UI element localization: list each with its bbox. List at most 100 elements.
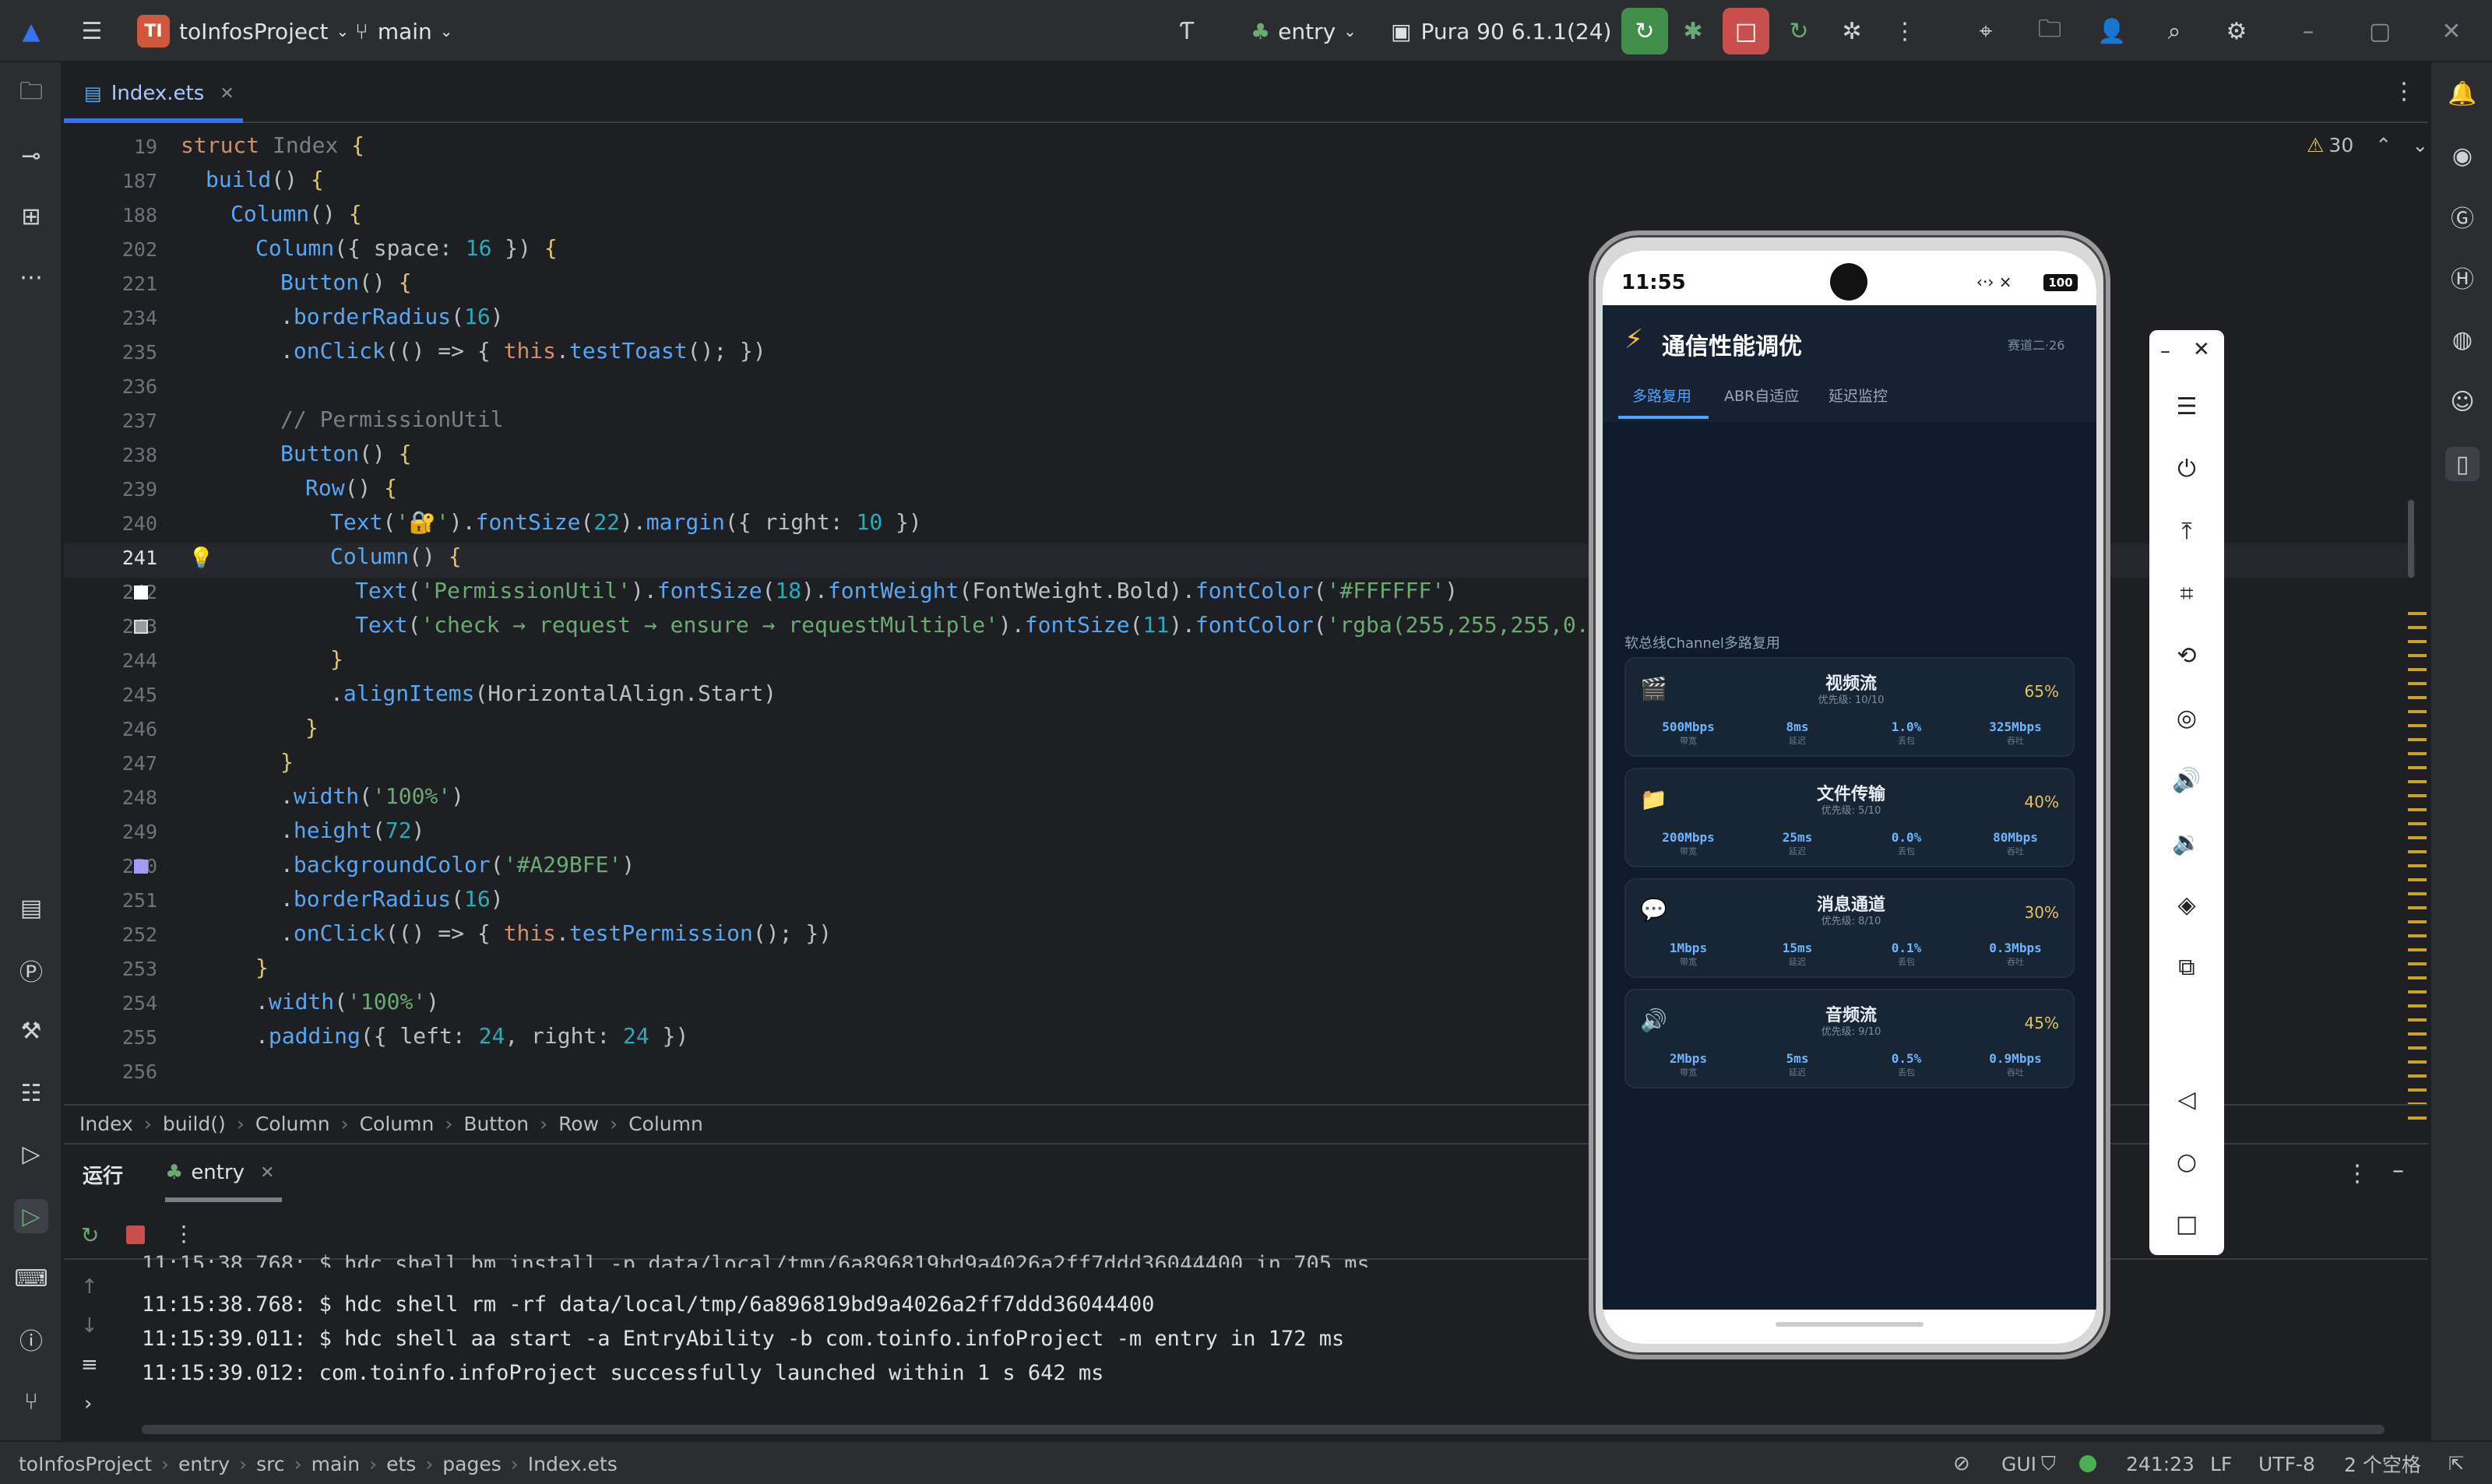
- power-icon[interactable]: ⏻: [2170, 452, 2204, 486]
- line-ending[interactable]: LF: [2210, 1442, 2232, 1484]
- maximize-icon[interactable]: ▢: [2363, 14, 2397, 48]
- color-swatch-purple[interactable]: [134, 860, 148, 874]
- problems-icon[interactable]: ⓘ: [14, 1322, 48, 1356]
- path-item[interactable]: main: [312, 1453, 360, 1475]
- rotate-icon[interactable]: ⟲: [2170, 638, 2204, 673]
- caret-position[interactable]: 241:23: [2126, 1442, 2195, 1484]
- horizontal-scrollbar[interactable]: [142, 1425, 2385, 1434]
- path-item[interactable]: entry: [178, 1453, 230, 1475]
- shake-icon[interactable]: ◈: [2170, 888, 2204, 922]
- main-menu-icon[interactable]: ☰: [75, 14, 109, 48]
- channel-card[interactable]: 📁 文件传输 优先级: 5/10 40% 200Mbps 带宽 25ms 延迟 0.0% 丢包 80…: [1624, 768, 2075, 867]
- path-item[interactable]: Index.ets: [528, 1453, 618, 1475]
- recents-icon[interactable]: □: [2170, 1207, 2204, 1241]
- services-icon[interactable]: ▷: [14, 1137, 48, 1171]
- device-manager-icon[interactable]: ⌖: [1969, 14, 2003, 48]
- codegenie-icon[interactable]: Ⓖ: [2445, 199, 2480, 234]
- attach-debugger-icon[interactable]: ✲: [1835, 14, 1869, 48]
- notifications-icon[interactable]: 🔔: [2445, 76, 2480, 111]
- expand-icon[interactable]: ›: [84, 1392, 92, 1415]
- terminal-icon[interactable]: ⌨: [14, 1261, 48, 1296]
- run-icon[interactable]: ↻: [1621, 8, 1668, 55]
- path-item[interactable]: src: [256, 1453, 285, 1475]
- rerun-icon[interactable]: ↻: [81, 1222, 99, 1248]
- intention-bulb-icon[interactable]: 💡: [188, 547, 213, 570]
- branch-selector[interactable]: ⑂ main ⌄: [355, 0, 453, 62]
- path-item[interactable]: pages: [442, 1453, 501, 1475]
- menu-icon[interactable]: ☰: [2170, 389, 2204, 424]
- chevron-up-icon[interactable]: ⌃: [2375, 134, 2392, 156]
- structure-icon[interactable]: ⊞: [14, 199, 48, 234]
- assistant-icon[interactable]: ☺: [2445, 385, 2480, 419]
- editor-scrollbar[interactable]: [2408, 500, 2414, 578]
- breadcrumb-item[interactable]: Button: [463, 1113, 529, 1135]
- app-tab[interactable]: ABR自适应: [1724, 385, 1799, 406]
- run-panel-more-icon[interactable]: ⋮: [2346, 1160, 2369, 1187]
- more-vertical-icon[interactable]: ⋮: [173, 1221, 195, 1247]
- search-icon[interactable]: ⌕: [2157, 14, 2191, 48]
- minimize-icon[interactable]: –: [2291, 14, 2325, 48]
- close-tab-icon[interactable]: ✕: [260, 1163, 274, 1183]
- path-item[interactable]: toInfosProject: [19, 1453, 152, 1475]
- color-swatch-gray[interactable]: [134, 620, 148, 634]
- app-logo-icon[interactable]: ▲: [14, 14, 48, 48]
- close-window-icon[interactable]: ✕: [2434, 14, 2469, 48]
- channel-card[interactable]: 🔊 音频流 优先级: 9/10 45% 2Mbps 带宽 5ms 延迟 0.5% 丢包 0.9Mbp…: [1624, 989, 2075, 1088]
- profiler-icon[interactable]: Ⓟ: [14, 953, 48, 987]
- database-icon[interactable]: ▤: [14, 891, 48, 925]
- multi-device-icon[interactable]: ⧉: [2170, 950, 2204, 984]
- inspection-widget[interactable]: ⚠ 30 ⌃ ⌄: [2307, 134, 2428, 156]
- device-screen[interactable]: 11:55 ‹·› × 100 ⚡ 通信性能调优 赛道二·26 多路复用 ABR自…: [1603, 251, 2096, 1344]
- editor-tab-index[interactable]: ▤ Index.ets ✕: [76, 64, 242, 123]
- previewer-icon[interactable]: ◉: [2445, 139, 2480, 173]
- back-icon[interactable]: ◁: [2170, 1082, 2204, 1117]
- channel-card[interactable]: 💬 消息通道 优先级: 8/10 30% 1Mbps 带宽 15ms 延迟 0.1% 丢包 0.3M…: [1624, 878, 2075, 978]
- scroll-down-icon[interactable]: ↓: [81, 1314, 98, 1338]
- commit-icon[interactable]: ⊸: [14, 139, 48, 173]
- gui-indicator[interactable]: GUI ⛉: [2001, 1442, 2056, 1484]
- rerun-icon[interactable]: ↻: [1782, 14, 1816, 48]
- volume-down-icon[interactable]: 🔉: [2170, 825, 2204, 860]
- volume-up-icon[interactable]: 🔊: [2170, 763, 2204, 797]
- screenshot-icon[interactable]: ◎: [2170, 701, 2204, 735]
- device-file-icon[interactable]: ◍: [2445, 322, 2480, 357]
- editor-more-icon[interactable]: ⋮: [2392, 78, 2416, 105]
- breadcrumb-item[interactable]: build(): [163, 1113, 226, 1135]
- device-mirror-icon[interactable]: ▯: [2445, 447, 2480, 481]
- chevron-down-icon[interactable]: ⌄: [2412, 134, 2428, 156]
- build-icon[interactable]: ⚒: [14, 1014, 48, 1048]
- run-panel-minimize-icon[interactable]: –: [2392, 1157, 2404, 1184]
- app-tab[interactable]: 延迟监控: [1829, 385, 1888, 406]
- debug-icon[interactable]: ✱: [1676, 14, 1710, 48]
- home-indicator[interactable]: [1776, 1322, 1924, 1327]
- breadcrumb-item[interactable]: Row: [558, 1113, 599, 1135]
- channel-card[interactable]: 🎬 视频流 优先级: 10/10 65% 500Mbps 带宽 8ms 延迟 1.0% 丢包 325…: [1624, 657, 2075, 757]
- run-tab-entry[interactable]: ♣ entry ✕: [165, 1155, 275, 1190]
- app-tab[interactable]: 多路复用: [1632, 385, 1691, 406]
- pin-top-icon[interactable]: ⤒: [2170, 514, 2204, 548]
- file-encoding[interactable]: UTF-8: [2258, 1442, 2315, 1484]
- home-icon[interactable]: ○: [2170, 1145, 2204, 1179]
- settings-gear-icon[interactable]: ⚙: [2219, 14, 2254, 48]
- more-horizontal-icon[interactable]: ⋯: [14, 260, 48, 294]
- breadcrumb-item[interactable]: Index: [79, 1113, 133, 1135]
- soft-wrap-icon[interactable]: ≡: [81, 1353, 98, 1377]
- stop-icon[interactable]: [126, 1226, 145, 1244]
- close-tab-icon[interactable]: ✕: [220, 84, 234, 104]
- account-icon[interactable]: 👤: [2095, 14, 2129, 48]
- arkui-icon[interactable]: Ƭ: [1170, 14, 1204, 48]
- breadcrumb-item[interactable]: Column: [628, 1113, 703, 1135]
- run-config-selector[interactable]: ♣ entry ⌄: [1251, 0, 1357, 62]
- harmony-icon[interactable]: Ⓗ: [2445, 260, 2480, 294]
- git-icon[interactable]: ⑂: [14, 1384, 48, 1419]
- todo-icon[interactable]: ☷: [14, 1076, 48, 1110]
- emulator-close-icon[interactable]: ✕: [2193, 338, 2210, 361]
- share-icon[interactable]: ⇱: [2448, 1442, 2464, 1484]
- project-folder-icon[interactable]: 🗀: [14, 76, 48, 111]
- indent-setting[interactable]: 2 个空格: [2344, 1442, 2421, 1484]
- navigation-path[interactable]: toInfosProject › entry › src › main › ets › pages ›…: [19, 1442, 618, 1484]
- project-selector[interactable]: TI toInfosProject ⌄: [137, 0, 349, 62]
- readonly-toggle-icon[interactable]: ⊘: [1953, 1442, 1970, 1484]
- device-selector[interactable]: ▣ Pura 90 6.1.1(24) ⌄: [1391, 0, 1632, 62]
- breadcrumb-item[interactable]: Column: [360, 1113, 435, 1135]
